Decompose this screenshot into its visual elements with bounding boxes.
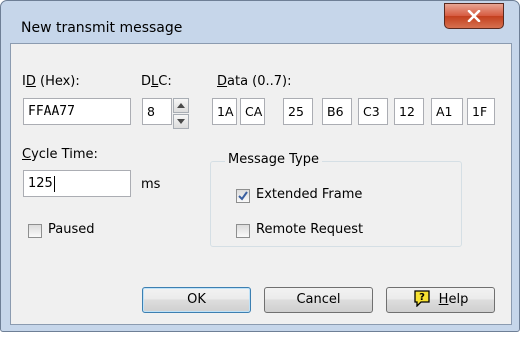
window-title: New transmit message bbox=[21, 20, 183, 36]
close-icon bbox=[467, 10, 481, 22]
extended-frame-checkbox[interactable] bbox=[236, 189, 250, 203]
title-bar[interactable]: New transmit message bbox=[1, 1, 519, 47]
remote-request-label[interactable]: Remote Request bbox=[256, 222, 363, 237]
dlc-input[interactable]: 8 bbox=[142, 98, 172, 125]
extended-frame-label[interactable]: Extended Frame bbox=[256, 187, 362, 202]
data-byte-2-input[interactable]: 25 bbox=[283, 98, 313, 125]
data-byte-6-input[interactable]: A1 bbox=[431, 98, 463, 125]
data-byte-5-input[interactable]: 12 bbox=[394, 98, 424, 125]
help-accel: H bbox=[438, 292, 449, 307]
data-byte-1-input[interactable]: CA bbox=[240, 98, 265, 125]
id-label: ID (Hex): bbox=[22, 74, 80, 89]
id-input[interactable]: FFAA77 bbox=[23, 98, 131, 125]
dlc-spin-down-button[interactable] bbox=[173, 114, 189, 129]
message-type-title: Message Type bbox=[225, 152, 322, 167]
data-byte-4-input[interactable]: C3 bbox=[358, 98, 388, 125]
data-byte-0-input[interactable]: 1A bbox=[212, 98, 237, 125]
dlc-spin-up-button[interactable] bbox=[173, 98, 189, 113]
dialog-client-area: ID (Hex): DLC: Data (0..7): FFAA77 8 1A … bbox=[10, 43, 512, 325]
cycle-time-label: Cycle Time: bbox=[22, 147, 98, 162]
remote-request-checkbox[interactable] bbox=[236, 224, 250, 238]
help-button[interactable]: ? Help bbox=[386, 287, 495, 313]
cancel-button[interactable]: Cancel bbox=[264, 287, 373, 313]
dlc-spinner[interactable] bbox=[173, 98, 189, 130]
svg-text:?: ? bbox=[419, 292, 425, 303]
text-cursor bbox=[53, 175, 55, 192]
paused-label[interactable]: Paused bbox=[48, 222, 94, 237]
arrow-down-icon bbox=[177, 119, 185, 124]
cycle-time-value: 125 bbox=[28, 176, 53, 191]
cycle-time-input[interactable]: 125 bbox=[23, 170, 131, 197]
close-button[interactable] bbox=[444, 3, 504, 29]
data-label: Data (0..7): bbox=[217, 74, 292, 89]
dlc-label: DLC: bbox=[141, 74, 172, 89]
data-byte-7-input[interactable]: 1F bbox=[467, 98, 495, 125]
paused-checkbox[interactable] bbox=[28, 224, 42, 238]
ok-button[interactable]: OK bbox=[142, 287, 251, 313]
arrow-up-icon bbox=[177, 103, 185, 108]
help-icon: ? bbox=[414, 290, 430, 307]
dialog-window: New transmit message ID (Hex): DLC: Data… bbox=[0, 0, 520, 332]
data-byte-3-input[interactable]: B6 bbox=[322, 98, 352, 125]
help-label: elp bbox=[448, 292, 469, 307]
ms-unit-label: ms bbox=[141, 177, 161, 192]
checkmark-icon bbox=[238, 191, 248, 201]
